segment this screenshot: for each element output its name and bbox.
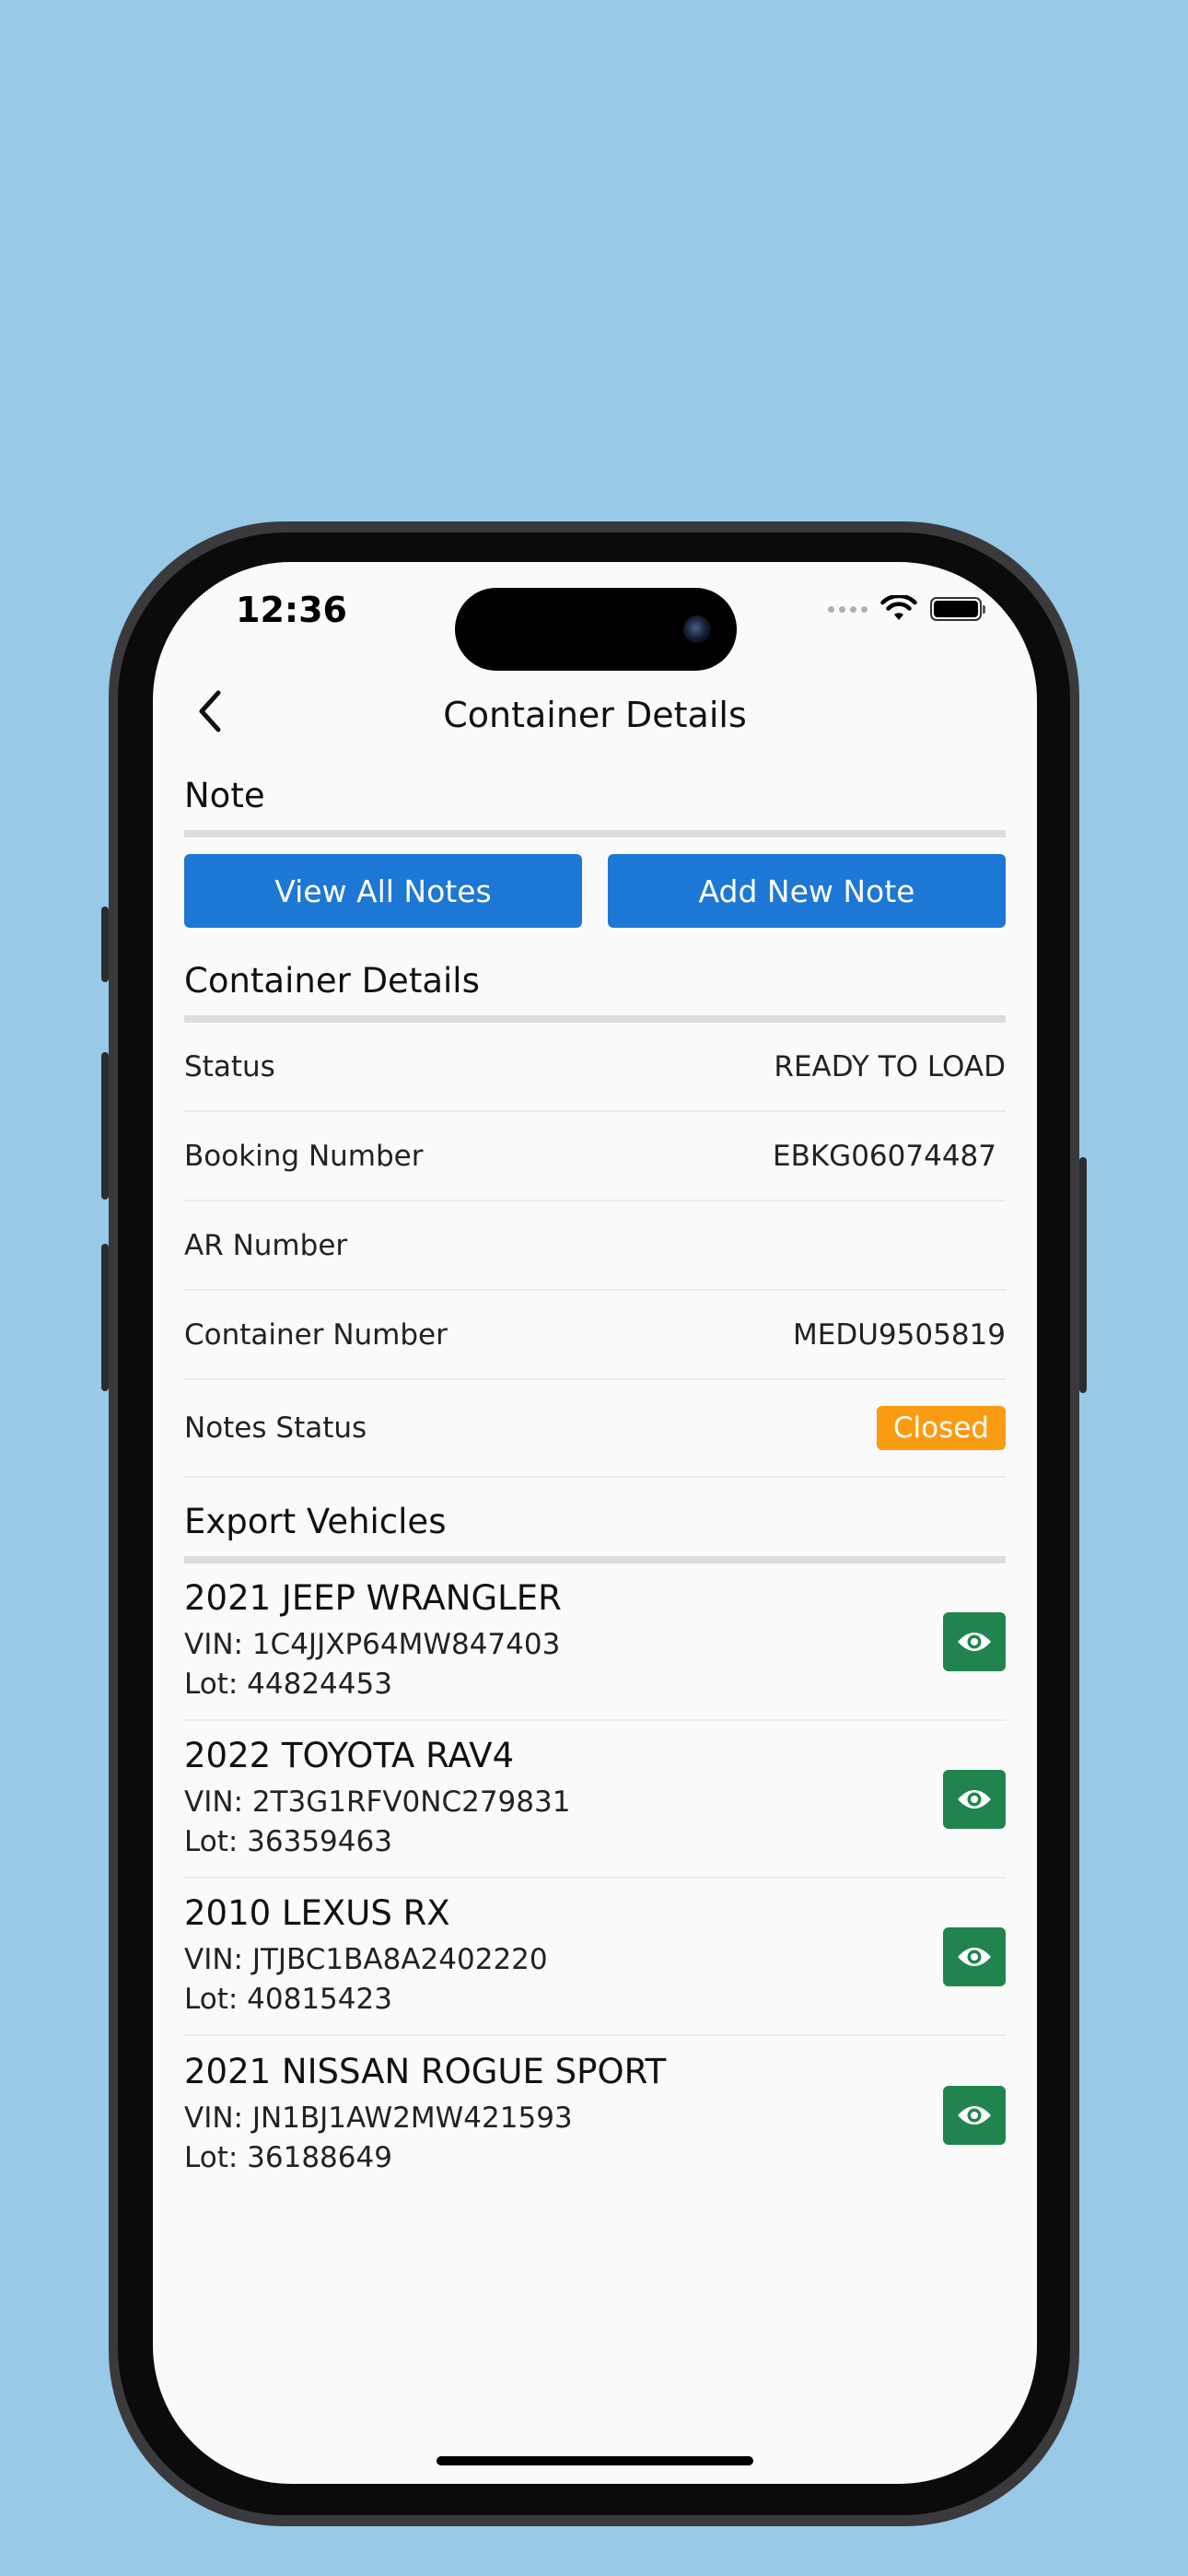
vehicle-vin: VIN: JN1BJ1AW2MW421593 [184, 2102, 573, 2135]
vehicle-lot: Lot: 36359463 [184, 1825, 392, 1858]
view-vehicle-button[interactable] [943, 1769, 1006, 1829]
detail-label: AR Number [184, 1228, 348, 1262]
vehicle-vin: VIN: 2T3G1RFV0NC279831 [184, 1786, 571, 1819]
camera-icon [683, 615, 711, 643]
wifi-icon [880, 595, 917, 620]
detail-row-notes-status: Notes Status Closed [184, 1380, 1006, 1478]
eye-icon [958, 1632, 991, 1651]
detail-value: READY TO LOAD [774, 1049, 1006, 1083]
side-button-power [1079, 1157, 1087, 1393]
vehicle-info: 2021 JEEP WRANGLER VIN: 1C4JJXP64MW84740… [184, 1578, 562, 1704]
main-content: Note View All Notes Add New Note Contain… [184, 776, 1006, 2194]
side-button-silent [101, 907, 109, 982]
vehicle-list-item: 2021 JEEP WRANGLER VIN: 1C4JJXP64MW84740… [184, 1563, 1006, 1721]
signal-icon [828, 605, 868, 613]
vehicle-name: 2010 LEXUS RX [184, 1893, 450, 1933]
eye-icon [958, 1789, 991, 1809]
vehicle-vin: VIN: 1C4JJXP64MW847403 [184, 1628, 561, 1661]
add-new-note-button[interactable]: Add New Note [608, 854, 1006, 928]
eye-icon [958, 2105, 991, 2125]
vehicle-list-item: 2010 LEXUS RX VIN: JTJBC1BA8A2402220 Lot… [184, 1879, 1006, 2036]
side-button-volume-down [101, 1244, 109, 1391]
vehicle-list-item: 2022 TOYOTA RAV4 VIN: 2T3G1RFV0NC279831 … [184, 1721, 1006, 1879]
vehicle-info: 2010 LEXUS RX VIN: JTJBC1BA8A2402220 Lot… [184, 1893, 548, 2020]
detail-label: Container Number [184, 1317, 448, 1352]
vehicle-name: 2021 JEEP WRANGLER [184, 1578, 562, 1618]
battery-icon [930, 597, 985, 621]
export-vehicles-title: Export Vehicles [184, 1502, 1006, 1563]
home-indicator[interactable] [437, 2456, 753, 2465]
view-vehicle-button[interactable] [943, 2085, 1006, 2145]
note-section-title: Note [184, 776, 1006, 837]
status-badge: Closed [876, 1406, 1006, 1450]
detail-label: Notes Status [184, 1411, 367, 1445]
vehicle-info: 2022 TOYOTA RAV4 VIN: 2T3G1RFV0NC279831 … [184, 1736, 570, 1862]
view-all-notes-button[interactable]: View All Notes [184, 854, 582, 928]
vehicle-lot: Lot: 40815423 [184, 1983, 392, 2016]
view-vehicle-button[interactable] [943, 1611, 1006, 1671]
detail-label: Booking Number [184, 1139, 424, 1173]
status-time: 12:36 [236, 590, 347, 630]
detail-row-status: Status READY TO LOAD [184, 1023, 1006, 1112]
detail-row-booking-number: Booking Number EBKG06074487 [184, 1112, 1006, 1201]
page-title: Container Details [443, 695, 747, 735]
vehicle-lot: Lot: 36188649 [184, 2141, 392, 2174]
phone-screen: 12:36 Container Details Note View All No… [153, 562, 1037, 2484]
vehicle-name: 2022 TOYOTA RAV4 [184, 1736, 515, 1775]
view-vehicle-button[interactable] [943, 1926, 1006, 1986]
detail-value: MEDU9505819 [793, 1317, 1006, 1352]
detail-value: EBKG06074487 [773, 1139, 996, 1173]
vehicle-vin: VIN: JTJBC1BA8A2402220 [184, 1943, 548, 1976]
dynamic-island [455, 588, 737, 671]
vehicle-name: 2021 NISSAN ROGUE SPORT [184, 2052, 667, 2091]
status-icons [828, 595, 985, 623]
side-button-volume-up [101, 1052, 109, 1200]
detail-row-container-number: Container Number MEDU9505819 [184, 1291, 1006, 1380]
eye-icon [958, 1947, 991, 1966]
vehicle-list-item: 2021 NISSAN ROGUE SPORT VIN: JN1BJ1AW2MW… [184, 2036, 1006, 2194]
vehicle-info: 2021 NISSAN ROGUE SPORT VIN: JN1BJ1AW2MW… [184, 2052, 666, 2178]
detail-row-ar-number: AR Number [184, 1201, 1006, 1291]
note-buttons: View All Notes Add New Note [184, 854, 1006, 928]
detail-label: Status [184, 1049, 275, 1083]
container-details-title: Container Details [184, 961, 1006, 1023]
vehicle-lot: Lot: 44824453 [184, 1668, 392, 1701]
